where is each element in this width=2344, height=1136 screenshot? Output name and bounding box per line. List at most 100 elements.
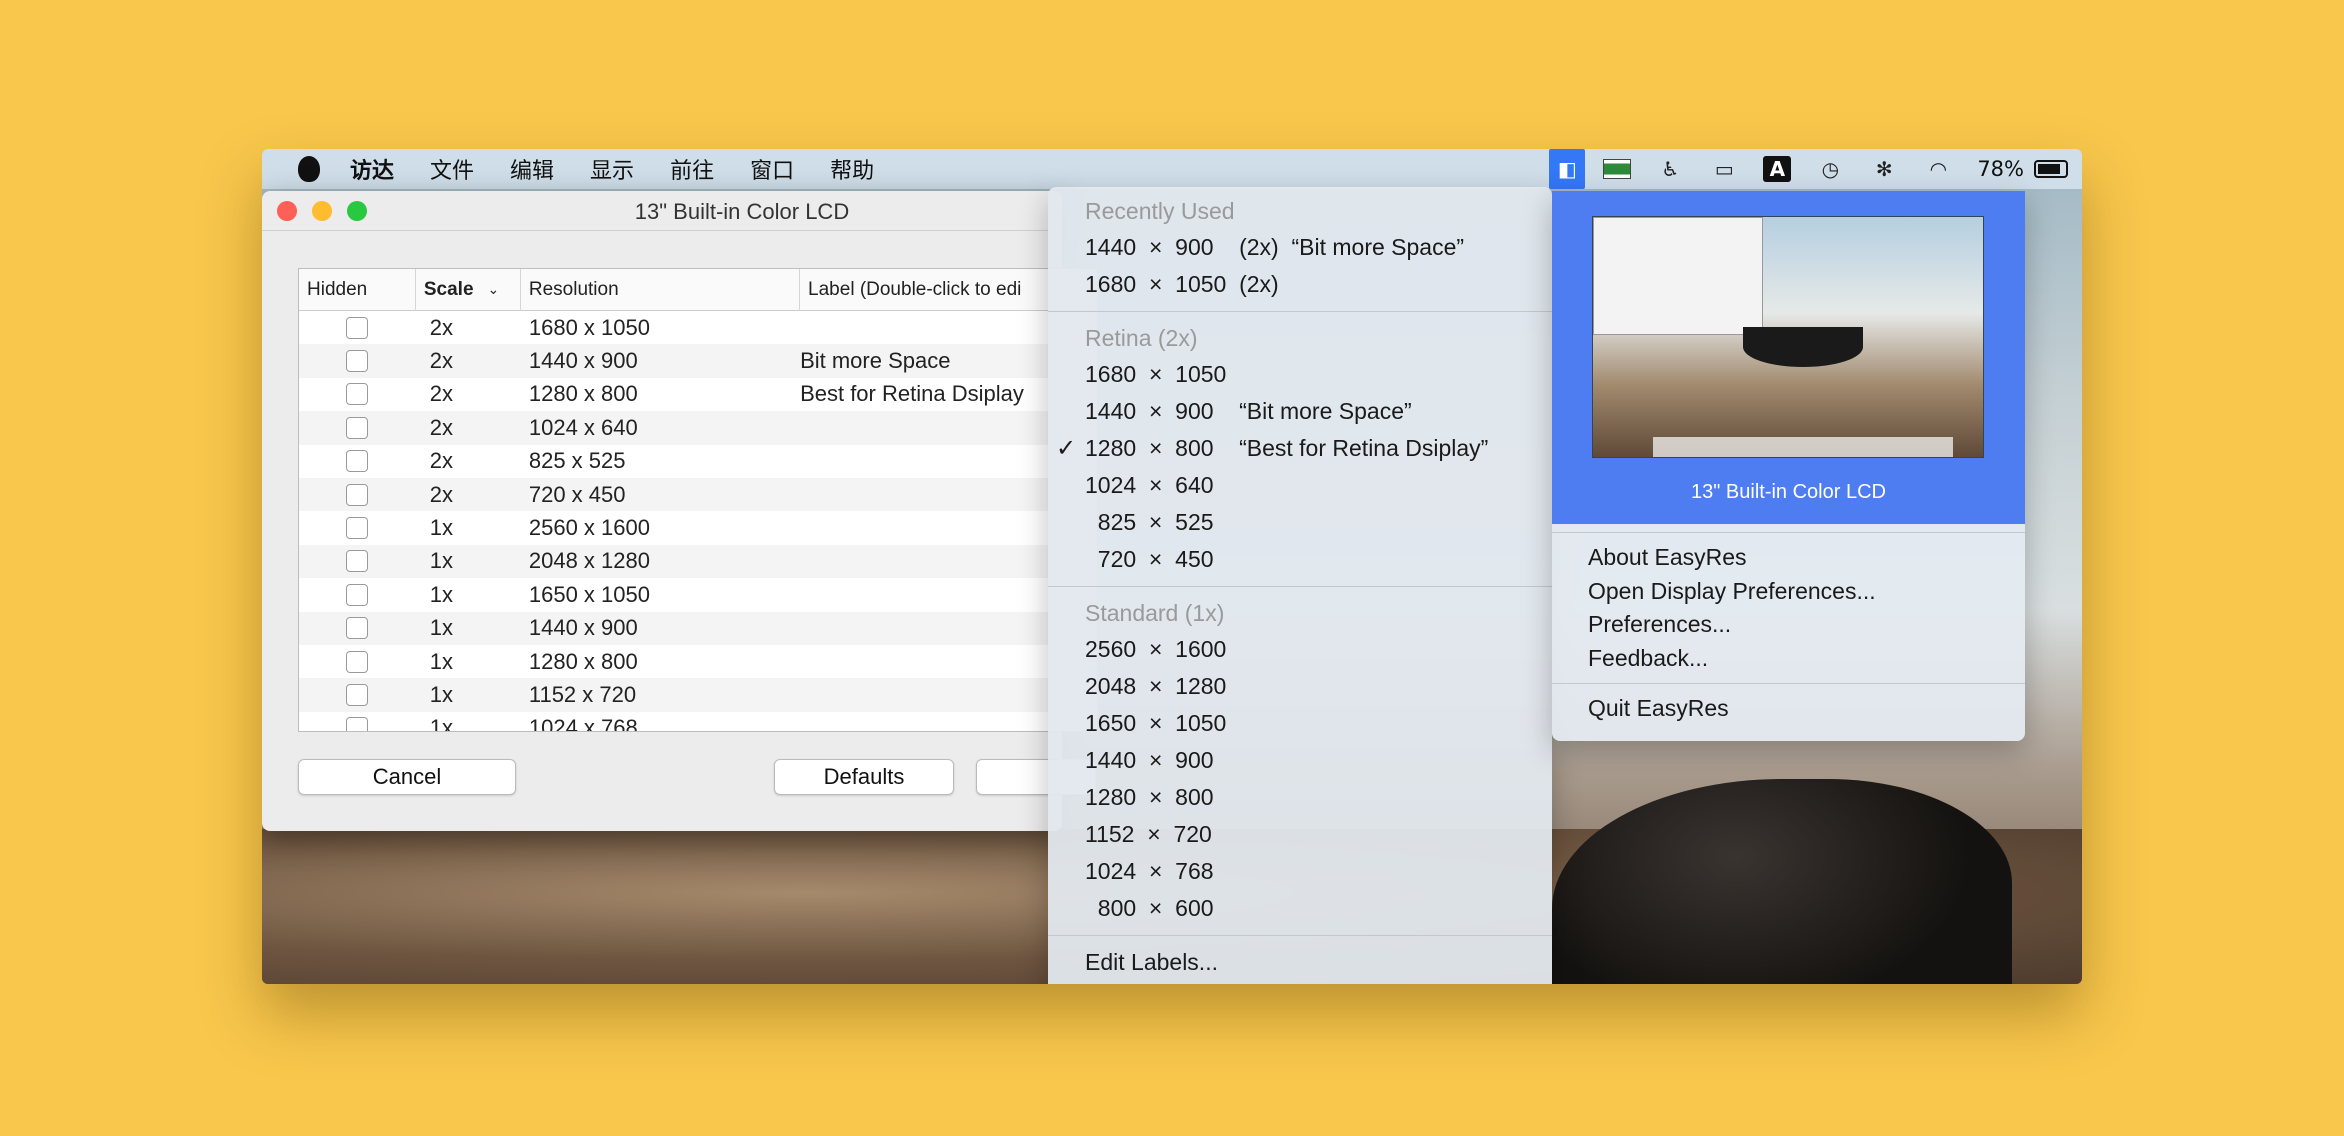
- menu-item-standard[interactable]: 1152 × 720: [1048, 816, 1552, 853]
- quit-item[interactable]: Quit EasyRes: [1552, 692, 2025, 726]
- input-source-icon[interactable]: A: [1763, 156, 1792, 182]
- menu-separator: [1048, 311, 1552, 312]
- chevron-down-icon: ⌄: [487, 281, 500, 297]
- open-display-preferences-item[interactable]: Open Display Preferences...: [1552, 575, 2025, 609]
- apple-icon[interactable]: [298, 156, 320, 182]
- column-resolution[interactable]: Resolution: [521, 268, 801, 311]
- table-row[interactable]: 1x 1650 x 1050: [299, 578, 1097, 611]
- table-row[interactable]: 2x 1680 x 1050: [299, 311, 1097, 344]
- menu-finder[interactable]: 访达: [350, 153, 394, 185]
- hidden-cell: [299, 445, 416, 478]
- display-name: 13" Built-in Color LCD: [1691, 481, 1886, 503]
- menu-item-recent[interactable]: 1440 × 900 (2x) “Bit more Space”: [1048, 229, 1552, 266]
- airplay-icon[interactable]: ▭: [1709, 156, 1739, 182]
- resolution-cell: 1440 x 900: [528, 348, 638, 374]
- hidden-checkbox[interactable]: [346, 450, 369, 473]
- scale-cell: 1x: [429, 581, 454, 607]
- menu-item-retina[interactable]: 720 × 450: [1048, 541, 1552, 578]
- menu-view[interactable]: 显示: [590, 153, 634, 185]
- menu-file[interactable]: 文件: [430, 153, 474, 185]
- hidden-checkbox[interactable]: [346, 383, 369, 406]
- resolution-cell: 1024 x 640: [528, 414, 638, 440]
- bluetooth-icon[interactable]: ✻: [1869, 156, 1899, 182]
- easyres-icon[interactable]: ◧: [1549, 149, 1586, 189]
- menu-item-retina[interactable]: 1024 × 640: [1048, 467, 1552, 504]
- hidden-checkbox[interactable]: [346, 617, 369, 640]
- hidden-cell: [299, 678, 416, 711]
- table-row[interactable]: 2x 1280 x 800 Best for Retina Dsiplay: [299, 378, 1097, 411]
- status-area: ◧ ♿ ▭ A ◷ ✻ ◠ 78%: [1549, 149, 2082, 189]
- scale-cell: 2x: [429, 348, 454, 374]
- hidden-checkbox[interactable]: [346, 316, 369, 339]
- scale-cell: 1x: [429, 681, 454, 707]
- time-machine-icon[interactable]: ◷: [1815, 156, 1845, 182]
- table-row[interactable]: 1x 1024 x 768: [299, 712, 1097, 731]
- about-item[interactable]: About EasyRes: [1552, 541, 2025, 575]
- menu-item-retina[interactable]: 1680 × 1050: [1048, 356, 1552, 393]
- table-header: Hidden Scale ⌄ Resolution Label (Double-c…: [299, 268, 1097, 311]
- table-row[interactable]: 1x 2048 x 1280: [299, 544, 1097, 579]
- resolution-cell: 1650 x 1050: [528, 581, 650, 607]
- menu-item-recent[interactable]: 1680 × 1050 (2x): [1048, 266, 1552, 303]
- hidden-checkbox[interactable]: [346, 683, 369, 706]
- hidden-checkbox[interactable]: [346, 350, 369, 373]
- menu-item-standard[interactable]: 1650 × 1050: [1048, 705, 1552, 742]
- wifi-icon[interactable]: ◠: [1923, 156, 1953, 182]
- hidden-checkbox[interactable]: [346, 517, 369, 540]
- table-row[interactable]: 2x 1440 x 900 Bit more Space: [299, 344, 1097, 378]
- display-preview-area[interactable]: 13" Built-in Color LCD: [1552, 191, 2025, 524]
- preferences-item[interactable]: Preferences...: [1552, 608, 2025, 642]
- hidden-checkbox[interactable]: [346, 650, 369, 673]
- table-row[interactable]: 1x 1440 x 900: [299, 611, 1097, 645]
- scale-cell: 1x: [429, 648, 454, 674]
- menu-header-standard: Standard (1x): [1085, 599, 1225, 626]
- menu-go[interactable]: 前往: [670, 153, 714, 185]
- column-hidden[interactable]: Hidden: [299, 268, 416, 311]
- menu-item-retina[interactable]: 825 × 525: [1048, 504, 1552, 541]
- resolution-cell: 720 x 450: [528, 481, 626, 507]
- menu-item-retina-selected[interactable]: ✓ 1280 × 800 “Best for Retina Dsiplay”: [1048, 430, 1552, 467]
- table-row[interactable]: 1x 1280 x 800: [299, 645, 1097, 678]
- hidden-checkbox[interactable]: [346, 717, 369, 731]
- menu-item-standard[interactable]: 1440 × 900: [1048, 742, 1552, 779]
- hidden-cell: [299, 511, 416, 544]
- hidden-checkbox[interactable]: [346, 416, 369, 439]
- menu-item-standard[interactable]: 800 × 600: [1048, 890, 1552, 927]
- menu-item-standard[interactable]: 2048 × 1280: [1048, 668, 1552, 705]
- feedback-item[interactable]: Feedback...: [1552, 642, 2025, 676]
- hidden-cell: [299, 712, 416, 731]
- table-row[interactable]: 1x 2560 x 1600: [299, 511, 1097, 544]
- cancel-button[interactable]: Cancel: [298, 759, 516, 795]
- hidden-checkbox[interactable]: [346, 583, 369, 606]
- scale-cell: 1x: [429, 515, 454, 541]
- scale-cell: 1x: [429, 715, 454, 731]
- table-body: 2x 1680 x 1050 2x 1440 x 900 Bit more Space 2…: [299, 311, 1097, 731]
- menu-item-label: 1280 × 800 “Best for Retina Dsiplay”: [1085, 435, 1489, 461]
- scale-cell: 1x: [429, 548, 454, 574]
- menu-item-standard[interactable]: 2560 × 1600: [1048, 631, 1552, 668]
- thumbnail-window: [1593, 217, 1763, 335]
- menu-item-standard[interactable]: 1280 × 800: [1048, 779, 1552, 816]
- menu-item-standard[interactable]: 1024 × 768: [1048, 853, 1552, 890]
- table-row[interactable]: 2x 720 x 450: [299, 477, 1097, 512]
- column-scale[interactable]: Scale ⌄: [416, 268, 521, 311]
- menu-separator: [1048, 935, 1552, 936]
- hidden-checkbox[interactable]: [346, 550, 369, 573]
- flag-icon[interactable]: [1603, 159, 1632, 179]
- menu-header-retina: Retina (2x): [1085, 324, 1198, 351]
- menu-window[interactable]: 窗口: [750, 153, 794, 185]
- hidden-cell: [299, 411, 416, 444]
- edit-labels-item[interactable]: Edit Labels...: [1048, 944, 1552, 981]
- accessibility-icon[interactable]: ♿: [1655, 156, 1685, 182]
- panel-separator: [1552, 532, 2025, 533]
- hidden-cell: [299, 578, 416, 611]
- battery-icon[interactable]: [2034, 160, 2068, 178]
- table-row[interactable]: 1x 1152 x 720: [299, 678, 1097, 712]
- table-row[interactable]: 2x 1024 x 640: [299, 411, 1097, 445]
- defaults-button[interactable]: Defaults: [774, 759, 954, 795]
- menu-help[interactable]: 帮助: [830, 153, 874, 185]
- menu-item-retina[interactable]: 1440 × 900 “Bit more Space”: [1048, 393, 1552, 430]
- table-row[interactable]: 2x 825 x 525: [299, 445, 1097, 478]
- hidden-checkbox[interactable]: [346, 483, 369, 506]
- menu-edit[interactable]: 编辑: [510, 153, 554, 185]
